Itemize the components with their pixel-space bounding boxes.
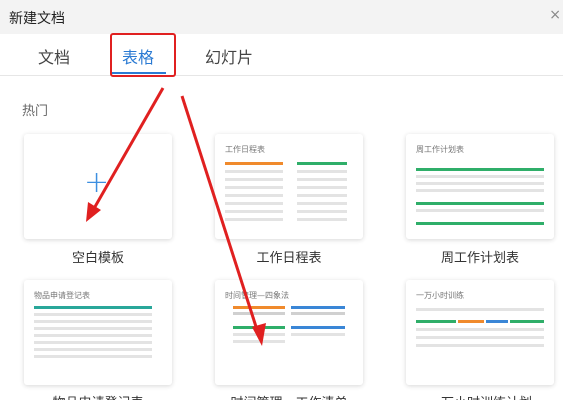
thumbnail-bar xyxy=(416,168,544,171)
thumbnail-bar xyxy=(233,340,285,343)
thumbnail-bar xyxy=(225,218,283,221)
thumbnail-bar xyxy=(297,202,347,205)
thumbnail-bar xyxy=(233,326,285,329)
thumbnail-bar xyxy=(416,175,544,178)
thumbnail-bar xyxy=(297,162,347,165)
thumbnail-bar xyxy=(297,178,347,181)
thumbnail-title: 一万小时训练 xyxy=(416,291,464,300)
thumbnail-bar xyxy=(225,186,283,189)
thumbnail-bar xyxy=(34,313,152,316)
thumbnail-bar xyxy=(416,336,544,339)
tab-slides[interactable]: 幻灯片 xyxy=(205,44,253,68)
template-label: 一万小时训练计划 xyxy=(400,392,560,400)
thumbnail-bar xyxy=(225,170,283,173)
template-card-time-management[interactable]: 时间管理—四象法 xyxy=(215,280,363,385)
active-tab-indicator xyxy=(112,72,166,74)
thumbnail-bar xyxy=(458,320,484,323)
thumbnail-bar xyxy=(416,320,456,323)
thumbnail-bar xyxy=(34,348,152,351)
thumbnail-title: 时间管理—四象法 xyxy=(225,291,289,300)
thumbnail-title: 周工作计划表 xyxy=(416,145,464,154)
template-label: 时间管理－工作清单 xyxy=(209,392,369,400)
thumbnail-bar xyxy=(34,320,152,323)
template-label: 工作日程表 xyxy=(256,251,322,266)
thumbnail-bar xyxy=(416,182,544,185)
thumbnail-bar xyxy=(297,186,347,189)
thumbnail-bar xyxy=(225,194,283,197)
thumbnail-bar xyxy=(297,210,347,213)
thumbnail-bar xyxy=(225,178,283,181)
thumbnail-bar xyxy=(225,162,283,165)
close-icon[interactable]: × xyxy=(549,7,561,23)
thumbnail-bar xyxy=(34,334,152,337)
thumbnail-bar xyxy=(416,209,544,212)
template-card-blank[interactable]: + xyxy=(24,134,172,239)
thumbnail-bar xyxy=(297,170,347,173)
thumbnail-bar xyxy=(225,202,283,205)
thumbnail-bar xyxy=(416,202,544,205)
thumbnail-bar xyxy=(233,333,285,336)
thumbnail-bar xyxy=(416,328,544,331)
thumbnail-bar xyxy=(297,218,347,221)
thumbnail-bar xyxy=(291,333,345,336)
tab-spreadsheet[interactable]: 表格 xyxy=(122,44,154,68)
thumbnail-bar xyxy=(34,355,152,358)
dialog-title: 新建文档 xyxy=(9,11,65,27)
thumbnail-bar xyxy=(233,312,285,315)
thumbnail-bar xyxy=(291,312,345,315)
thumbnail-bar xyxy=(225,210,283,213)
thumbnail-title: 物品申请登记表 xyxy=(34,291,90,300)
thumbnail-title: 工作日程表 xyxy=(225,145,265,154)
template-card-work-schedule[interactable]: 工作日程表 xyxy=(215,134,363,239)
thumbnail-bar xyxy=(291,326,345,329)
thumbnail-bar xyxy=(34,306,152,309)
template-label: 物品申请登记表 xyxy=(18,392,178,400)
template-label: 空白模板 xyxy=(71,251,124,266)
section-title: 热门 xyxy=(22,104,49,119)
template-card-weekly-plan[interactable]: 周工作计划表 xyxy=(406,134,554,239)
thumbnail-bar xyxy=(34,341,152,344)
thumbnail-bar xyxy=(291,306,345,309)
thumbnail-bar xyxy=(416,344,544,347)
plus-icon: + xyxy=(84,165,110,200)
tab-bar: 文档 表格 幻灯片 xyxy=(0,34,563,76)
thumbnail-bar xyxy=(510,320,544,323)
thumbnail-bar xyxy=(486,320,508,323)
thumbnail-bar xyxy=(297,194,347,197)
thumbnail-bar xyxy=(416,308,544,311)
template-card-ten-thousand-hours[interactable]: 一万小时训练 xyxy=(406,280,554,385)
thumbnail-bar xyxy=(34,327,152,330)
dialog-titlebar: 新建文档 × xyxy=(0,0,563,34)
thumbnail-bar xyxy=(233,306,285,309)
thumbnail-bar xyxy=(416,189,544,192)
template-card-item-application[interactable]: 物品申请登记表 xyxy=(24,280,172,385)
tab-document[interactable]: 文档 xyxy=(38,44,70,68)
template-label: 周工作计划表 xyxy=(440,251,519,266)
thumbnail-bar xyxy=(416,222,544,225)
